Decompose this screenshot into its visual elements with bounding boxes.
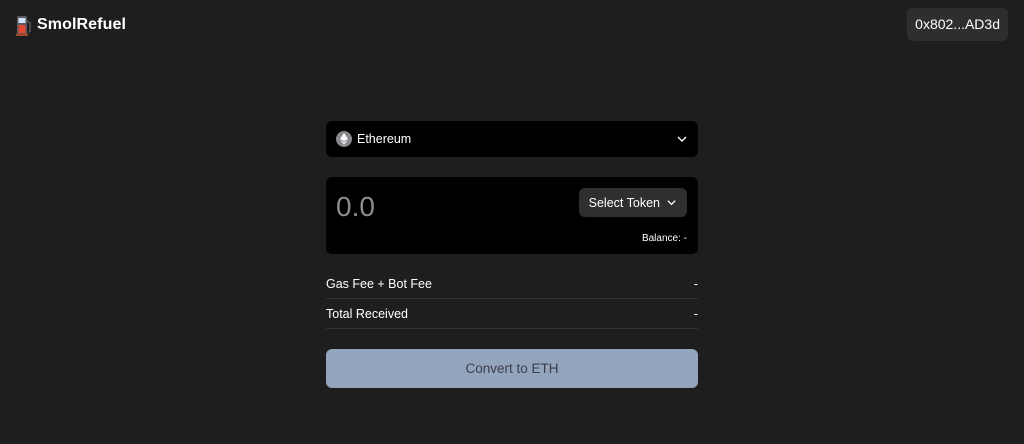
total-received-value: - [693, 306, 698, 321]
total-received-label: Total Received [326, 306, 408, 321]
select-token-label: Select Token [588, 195, 660, 210]
amount-input[interactable] [336, 189, 556, 225]
chain-name: Ethereum [357, 132, 412, 146]
balance-label: Balance: [641, 233, 681, 244]
convert-button[interactable]: Convert to ETH [326, 349, 698, 388]
fuel-pump-icon [16, 16, 31, 36]
fee-value: - [693, 276, 698, 291]
chevron-down-icon [667, 200, 676, 206]
header: SmolRefuel 0x802...AD3d [0, 0, 1024, 50]
brand[interactable]: SmolRefuel [16, 14, 126, 36]
chevron-down-icon [677, 136, 687, 142]
app-name: SmolRefuel [37, 16, 127, 33]
chain-select[interactable]: Ethereum [326, 121, 698, 157]
ethereum-icon [336, 131, 352, 147]
balance-readout: Balance: - [642, 233, 687, 244]
fee-row: Gas Fee + Bot Fee - [326, 269, 698, 299]
balance-value: - [683, 233, 687, 244]
wallet-address-button[interactable]: 0x802...AD3d [907, 8, 1008, 41]
total-received-row: Total Received - [326, 299, 698, 329]
amount-panel: Select Token Balance: - [326, 177, 698, 254]
select-token-button[interactable]: Select Token [578, 188, 687, 217]
fee-label: Gas Fee + Bot Fee [326, 276, 432, 291]
